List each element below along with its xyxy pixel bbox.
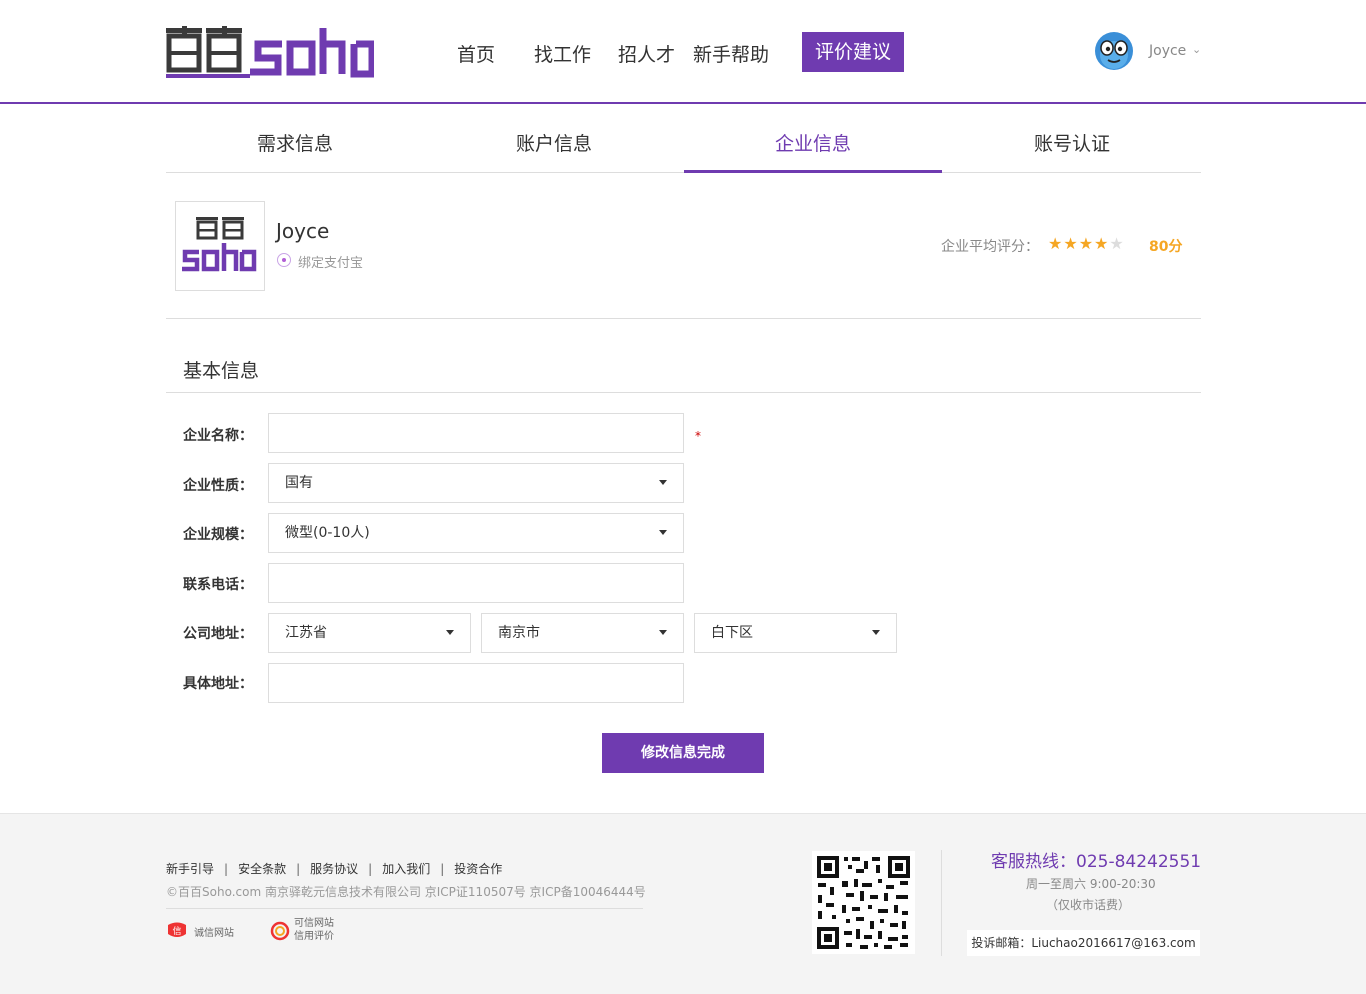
credible-site-line1: 可信网站 xyxy=(294,918,334,929)
star-icon: ★ xyxy=(1078,234,1095,253)
site-footer: 新手引导 | 安全条款 | 服务协议 | 加入我们 | 投资合作 ©百百Soho.com 南京驿… xyxy=(0,813,1366,994)
credible-site-line2: 信用评价 xyxy=(294,931,334,942)
tab-company-info[interactable]: 企业信息 xyxy=(684,118,942,173)
company-name-label: 企业名称： xyxy=(183,428,253,444)
svg-text:信: 信 xyxy=(172,925,181,937)
footer-separator: | xyxy=(296,862,301,876)
footer-separator: | xyxy=(440,862,445,876)
chevron-down-icon[interactable]: ⌄ xyxy=(1192,43,1201,56)
rating-stars: ★★★★★ xyxy=(1048,234,1125,253)
nav-home[interactable]: 首页 xyxy=(457,40,495,67)
divider xyxy=(166,392,1201,393)
company-nature-select[interactable]: 国有 xyxy=(268,463,684,503)
company-scale-label: 企业规模： xyxy=(183,527,253,543)
detail-address-input[interactable] xyxy=(268,663,684,703)
trust-badge-icon[interactable]: 信 xyxy=(166,922,188,940)
rating-score: 80分 xyxy=(1149,239,1183,255)
hotline: 客服热线：025-84242551 xyxy=(991,852,1202,872)
company-name: Joyce xyxy=(276,219,330,243)
footer-link-join[interactable]: 加入我们 xyxy=(382,862,430,876)
service-hours-note: （仅收市话费） xyxy=(1046,898,1131,912)
service-hours: 周一至周六 9:00-20:30 xyxy=(1026,877,1156,891)
star-icon: ★ xyxy=(1063,234,1079,253)
page: 首页 找工作 招人才 新手帮助 评价建议 Joyce ⌄ 需求信息 账户信息 企… xyxy=(0,0,1366,994)
province-select[interactable]: 江苏省 xyxy=(268,613,471,653)
footer-links: 新手引导 | 安全条款 | 服务协议 | 加入我们 | 投资合作 xyxy=(166,860,502,877)
trust-badge-label[interactable]: 诚信网站 xyxy=(194,924,234,939)
tab-demand-info[interactable]: 需求信息 xyxy=(166,118,424,173)
site-logo[interactable] xyxy=(166,22,374,80)
footer-link-invest[interactable]: 投资合作 xyxy=(454,862,502,876)
caret-down-icon xyxy=(659,530,667,535)
caret-down-icon xyxy=(872,630,880,635)
credible-site-label[interactable]: 可信网站 信用评价 xyxy=(294,917,334,943)
nav-feedback[interactable]: 评价建议 xyxy=(802,32,904,72)
divider xyxy=(941,850,942,956)
province-value: 江苏省 xyxy=(285,625,327,641)
city-value: 南京市 xyxy=(498,625,540,641)
company-name-input[interactable] xyxy=(268,413,684,453)
city-select[interactable]: 南京市 xyxy=(481,613,684,653)
required-mark: * xyxy=(695,429,701,443)
footer-link-security[interactable]: 安全条款 xyxy=(238,862,286,876)
nav-find-jobs[interactable]: 找工作 xyxy=(534,40,591,67)
detail-address-label: 具体地址： xyxy=(183,676,253,692)
caret-down-icon xyxy=(446,630,454,635)
user-avatar[interactable] xyxy=(1094,31,1134,71)
bind-alipay-link[interactable]: 绑定支付宝 xyxy=(298,252,363,271)
section-title: 基本信息 xyxy=(183,360,260,382)
nav-help[interactable]: 新手帮助 xyxy=(693,40,769,67)
address-label: 公司地址： xyxy=(183,626,253,642)
complaint-email[interactable]: 投诉邮箱：Liuchao2016617@163.com xyxy=(967,930,1200,956)
footer-link-guide[interactable]: 新手引导 xyxy=(166,862,214,876)
tab-account-info[interactable]: 账户信息 xyxy=(425,118,683,173)
company-nature-value: 国有 xyxy=(285,475,313,491)
alipay-radio-icon[interactable] xyxy=(277,253,291,267)
star-icon: ★ xyxy=(1094,234,1110,253)
star-icon: ★ xyxy=(1048,234,1064,253)
credible-site-icon[interactable] xyxy=(270,921,290,941)
district-select[interactable]: 白下区 xyxy=(694,613,897,653)
caret-down-icon xyxy=(659,480,667,485)
qr-code-image xyxy=(812,851,915,954)
divider xyxy=(166,908,643,909)
user-name[interactable]: Joyce xyxy=(1149,43,1186,59)
copyright: ©百百Soho.com 南京驿乾元信息技术有限公司 京ICP证110507号 京… xyxy=(166,885,646,899)
phone-input[interactable] xyxy=(268,563,684,603)
star-empty-icon: ★ xyxy=(1109,234,1125,253)
company-scale-select[interactable]: 微型(0-10人) xyxy=(268,513,684,553)
company-logo-image xyxy=(182,217,257,272)
company-logo xyxy=(175,201,265,291)
caret-down-icon xyxy=(659,630,667,635)
site-header: 首页 找工作 招人才 新手帮助 评价建议 Joyce ⌄ xyxy=(0,0,1366,104)
company-scale-value: 微型(0-10人) xyxy=(285,525,370,541)
phone-label: 联系电话： xyxy=(183,577,253,593)
account-tabs: 需求信息 账户信息 企业信息 账号认证 xyxy=(166,118,1201,173)
divider xyxy=(166,318,1201,319)
footer-separator: | xyxy=(368,862,373,876)
footer-separator: | xyxy=(224,862,229,876)
submit-button[interactable]: 修改信息完成 xyxy=(602,733,764,773)
nav-hire-talent[interactable]: 招人才 xyxy=(618,40,675,67)
footer-link-terms[interactable]: 服务协议 xyxy=(310,862,358,876)
company-nature-label: 企业性质： xyxy=(183,478,253,494)
district-value: 白下区 xyxy=(711,625,753,641)
rating-label: 企业平均评分： xyxy=(941,239,1039,255)
tab-account-verification[interactable]: 账号认证 xyxy=(943,118,1201,173)
